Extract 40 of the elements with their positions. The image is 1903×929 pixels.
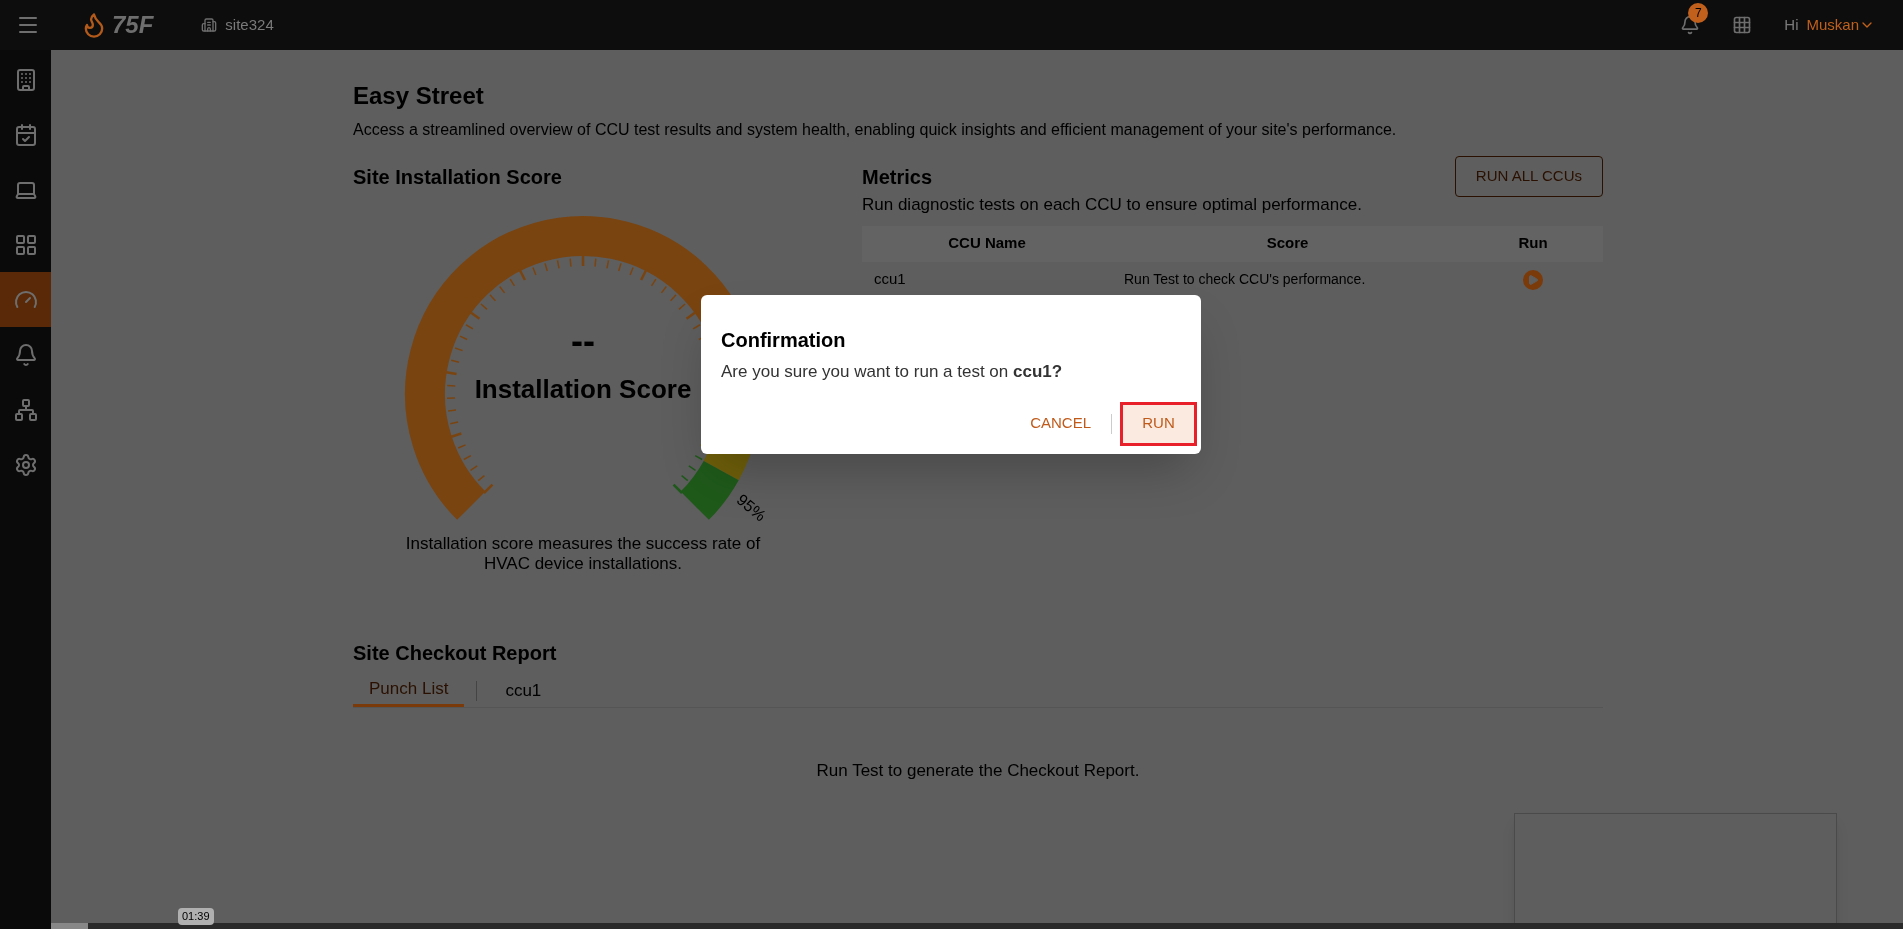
cogs-icon xyxy=(13,452,38,477)
target-label: 95% xyxy=(732,489,771,527)
bell-icon[interactable] xyxy=(1680,15,1701,35)
logo[interactable]: 75F xyxy=(112,7,154,43)
notification-count: 7 xyxy=(1688,3,1709,23)
play-icon xyxy=(1527,273,1539,286)
section-description: Run diagnostic tests on each CCU to ensure optimal performance. xyxy=(862,194,1362,216)
score-caption: Installation score measures the success rate of HVAC device installations. xyxy=(404,534,762,574)
site-name[interactable]: site324 xyxy=(225,13,274,37)
run-all-button[interactable]: RUN ALL CCUs xyxy=(1454,156,1603,197)
section-title: Site Installation Score xyxy=(353,165,563,190)
column-header: Run xyxy=(1517,233,1549,254)
column-header: CCU Name xyxy=(947,233,1027,254)
score-label: Installation Score xyxy=(473,373,693,406)
page-description: Access a streamlined overview of CCU test results and system health, enabling quick insights and efficient management of your site's performance. xyxy=(353,120,1398,140)
empty-message: Run Test to generate the Checkout Report. xyxy=(815,760,1141,782)
calendar-icon xyxy=(13,122,38,147)
dialog-title: Confirmation xyxy=(721,328,847,353)
sidebar-item[interactable] xyxy=(0,272,51,327)
table-cell-text: ccu1 xyxy=(873,269,907,290)
user-menu[interactable]: Muskan xyxy=(1806,13,1875,37)
time-tooltip: 01:39 xyxy=(178,908,214,925)
section-title: Metrics xyxy=(862,165,934,190)
score-value: -- xyxy=(570,319,596,363)
dialog-message: Are you sure you want to run a test on ccu1? xyxy=(721,361,1064,383)
apps-grid-icon[interactable] xyxy=(1732,15,1753,35)
video-progress-bar[interactable] xyxy=(51,923,1903,929)
page-title: Easy Street xyxy=(353,81,485,111)
network-icon xyxy=(13,397,38,422)
table-cell-text: Run Test to check CCU's performance. xyxy=(1123,270,1367,289)
grid-icon xyxy=(13,232,38,257)
tab[interactable]: ccu1 xyxy=(489,674,558,707)
column-header: Score xyxy=(1265,233,1310,254)
run-button[interactable]: RUN xyxy=(1120,401,1197,446)
greeting: Hi xyxy=(1784,14,1799,35)
cancel-button[interactable]: CANCEL xyxy=(1018,404,1103,443)
bell-icon xyxy=(13,342,38,367)
building-icon xyxy=(201,17,218,33)
tab[interactable]: Punch List xyxy=(353,674,465,707)
section-title: Site Checkout Report xyxy=(353,641,558,666)
